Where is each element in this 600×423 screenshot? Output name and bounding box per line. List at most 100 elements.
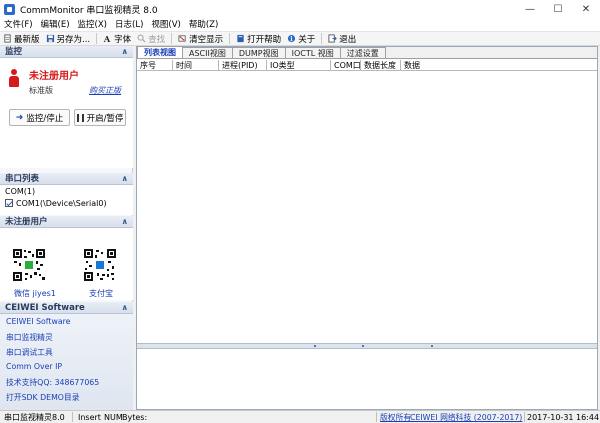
latest-version-button[interactable]: 最新版 [0,32,43,45]
font-button[interactable]: A 字体 [100,32,134,45]
open-help-button[interactable]: 打开帮助 [233,32,284,45]
tab-filter-settings[interactable]: 过滤设置 [339,47,386,58]
pause-button[interactable]: 开启/暂停 [74,109,126,126]
maximize-button[interactable]: ☐ [544,0,572,18]
ports-section-title: 串口列表 [5,174,40,184]
find-label: 查找 [148,34,166,45]
save-as-button[interactable]: 另存为... [43,32,94,45]
clear-display-label: 清空显示 [189,34,224,45]
menu-bar: 文件(F) 编辑(E) 监控(X) 日志(L) 视图(V) 帮助(Z) [0,18,600,32]
company-links: CEIWEI Software 串口监视精灵 串口调试工具 Comm Over … [0,314,133,410]
start-stop-button[interactable]: ➜ 监控/停止 [9,109,70,126]
menu-log[interactable]: 日志(L) [111,18,147,32]
grid-header: 序号 时间 进程(PID) IO类型 COM口 数据长度 数据 [137,60,597,71]
collapse-icon[interactable]: ∧ [122,46,129,58]
open-help-label: 打开帮助 [247,34,282,45]
about-label: 关于 [298,34,316,45]
col-io-type[interactable]: IO类型 [267,60,331,71]
monitor-section-body: 未注册用户 标准版 购买正版 ➜ 监控/停止 开启/暂停 [0,58,133,168]
status-bar: 串口监视精灵8.0 Insert NUM Bytes: 版权所有 CEIWEI … [0,410,600,423]
app-window: CommMonitor 串口监视精灵 8.0 — ☐ ✕ 文件(F) 编辑(E)… [0,0,600,423]
user-icon [9,69,19,89]
unregistered-section-header[interactable]: 未注册用户 ∧ [0,216,133,228]
port-item[interactable]: COM1(\Device\Serial0) [5,198,107,208]
unregistered-section-title: 未注册用户 [5,217,48,227]
tab-dump-view[interactable]: DUMP视图 [231,47,286,58]
monitor-section-header[interactable]: 监控 ∧ [0,46,133,58]
company-section-title: CEIWEI Software [5,303,85,313]
checkbox-checked-icon[interactable] [5,199,13,207]
status-datetime: 2017-10-31 16:44:57 [527,413,600,422]
left-panel: 监控 ∧ 未注册用户 标准版 购买正版 ➜ 监控/停止 开启/暂停 串口列表 ∧… [0,46,133,410]
info-icon: i [288,34,296,43]
exit-door-icon [328,34,338,43]
buy-license-link[interactable]: 购买正版 [89,85,121,96]
new-document-icon [4,34,11,43]
toolbar-divider [321,33,323,44]
status-divider [376,412,377,422]
close-button[interactable]: ✕ [572,0,600,18]
alipay-qr-code [83,248,117,282]
status-num: NUM [104,413,123,422]
status-bytes: Bytes: [122,413,148,422]
status-app-name: 串口监视精灵8.0 [4,413,65,422]
col-index[interactable]: 序号 [137,60,173,71]
ports-section-header[interactable]: 串口列表 ∧ [0,173,133,185]
status-copyright-prefix[interactable]: 版权所有 [380,412,411,423]
col-data-length[interactable]: 数据长度 [361,60,401,71]
save-as-label: 另存为... [56,34,91,45]
company-section-header[interactable]: CEIWEI Software ∧ [0,302,133,314]
port-group-label: COM(1) [5,187,36,196]
wechat-caption: 微信 jiyes1 [14,289,56,298]
splitter-grip-icon [362,345,364,347]
toolbar-divider [229,33,231,44]
collapse-icon[interactable]: ∧ [122,216,129,228]
alipay-caption: 支付宝 [89,289,113,298]
col-time[interactable]: 时间 [173,60,219,71]
start-stop-label: 监控/停止 [26,113,64,124]
title-bar: CommMonitor 串口监视精灵 8.0 — ☐ ✕ [0,0,600,18]
collapse-icon[interactable]: ∧ [122,173,129,185]
find-button[interactable]: 查找 [134,32,168,45]
app-icon [4,3,15,15]
toolbar-divider [171,33,173,44]
tab-ascii-view[interactable]: ASCII视图 [182,47,233,58]
col-data[interactable]: 数据 [401,60,597,71]
menu-file[interactable]: 文件(F) [0,18,37,32]
status-divider [524,412,525,422]
packet-list[interactable] [137,72,597,343]
company-link-serial-monitor[interactable]: 串口监视精灵 [6,332,53,343]
about-button[interactable]: i 关于 [284,32,318,45]
port-item-label: COM1(\Device\Serial0) [16,198,107,208]
col-com-port[interactable]: COM口 [331,60,361,71]
minimize-button[interactable]: — [516,0,544,18]
window-title: CommMonitor 串口监视精灵 8.0 [20,5,158,16]
col-process[interactable]: 进程(PID) [219,60,267,71]
splitter-grip-icon [314,345,316,347]
company-link-ceiwei[interactable]: CEIWEI Software [6,317,70,326]
pause-label: 开启/暂停 [86,113,124,124]
clear-display-button[interactable]: 清空显示 [175,32,226,45]
font-label: 字体 [114,34,132,45]
status-insert: Insert [78,413,101,422]
menu-edit[interactable]: 编辑(E) [37,18,74,32]
ports-section-body: COM(1) COM1(\Device\Serial0) [0,185,133,215]
company-link-support-qq[interactable]: 技术支持QQ: 348677065 [6,377,99,388]
tab-list-view[interactable]: 列表视图 [137,46,183,58]
menu-monitor[interactable]: 监控(X) [74,18,111,32]
eraser-icon [178,35,186,42]
latest-version-label: 最新版 [14,34,40,45]
status-copyright-link[interactable]: CEIWEI 网络科技 (2007-2017) [410,412,522,423]
tab-ioctl-view[interactable]: IOCTL 视图 [284,47,341,58]
company-link-serial-debugger[interactable]: 串口调试工具 [6,347,53,358]
company-link-sdk-demo[interactable]: 打开SDK DEMO目录 [6,392,80,403]
menu-view[interactable]: 视图(V) [147,18,184,32]
menu-help[interactable]: 帮助(Z) [185,18,222,32]
exit-label: 退出 [339,34,357,45]
exit-button[interactable]: 退出 [325,32,359,45]
company-link-comm-over-ip[interactable]: Comm Over IP [6,362,62,371]
detail-view[interactable] [137,349,597,409]
svg-text:A: A [103,34,111,43]
collapse-icon[interactable]: ∧ [122,302,129,314]
help-book-icon [237,34,244,43]
